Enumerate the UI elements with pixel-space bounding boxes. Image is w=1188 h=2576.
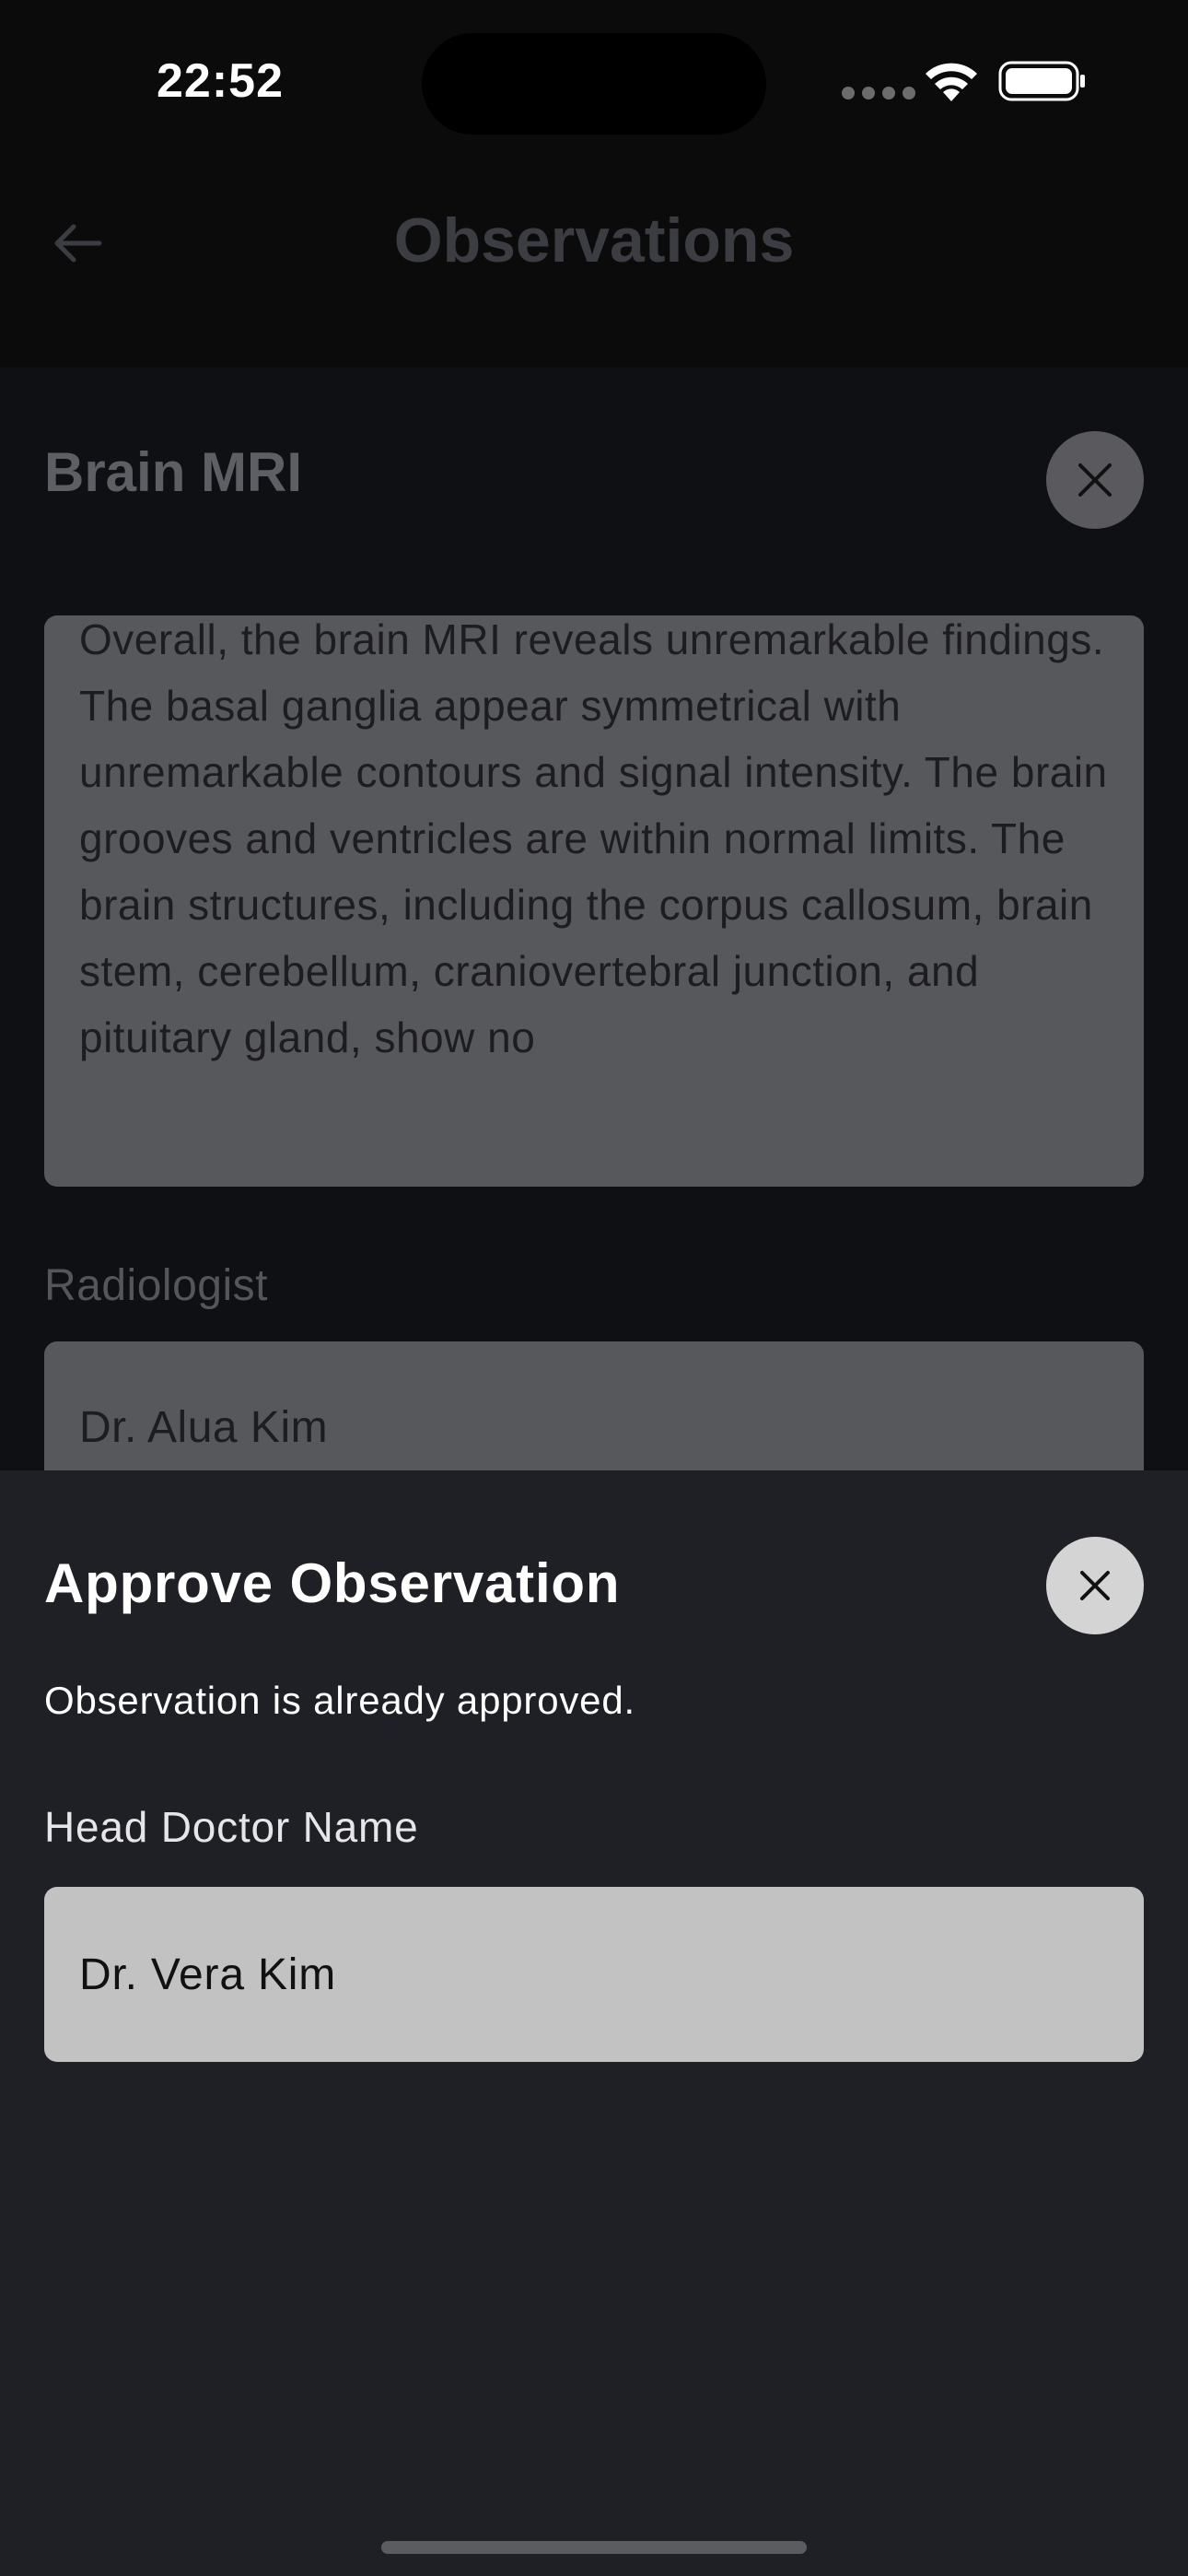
status-bar: 22:52 [0,0,1188,157]
sheet-title: Approve Observation [44,1552,621,1614]
approval-status-message: Observation is already approved. [44,1679,635,1722]
observation-card: Brain MRI Overall, the brain MRI reveals… [0,367,1188,1516]
observation-text-area[interactable]: Overall, the brain MRI reveals unremarka… [44,615,1144,1187]
close-icon [1078,463,1112,497]
sheet-close-button[interactable] [1046,1537,1144,1634]
observation-text: Overall, the brain MRI reveals unremarka… [79,615,1108,1061]
wifi-icon [926,63,977,101]
status-time: 22:52 [157,54,284,108]
radiologist-value: Dr. Alua Kim [79,1403,329,1452]
app-header: Observations [0,157,1188,367]
head-doctor-label: Head Doctor Name [44,1803,419,1851]
battery-icon [998,61,1085,101]
head-doctor-value: Dr. Vera Kim [79,1950,337,1999]
background-page: 22:52 Observations Brain MRI Overall, th… [0,0,1188,1516]
cellular-signal-icon [842,87,915,100]
home-indicator[interactable] [381,2541,807,2554]
card-title: Brain MRI [44,441,303,503]
dynamic-island [422,33,766,135]
radiologist-label: Radiologist [44,1261,268,1310]
approve-observation-sheet: Approve Observation Observation is alrea… [0,1470,1188,2576]
card-close-button[interactable] [1046,431,1144,529]
head-doctor-field[interactable]: Dr. Vera Kim [44,1887,1144,2062]
close-icon [1080,1571,1110,1600]
screen: 22:52 Observations Brain MRI Overall, th… [0,0,1188,2576]
page-title: Observations [393,205,795,275]
